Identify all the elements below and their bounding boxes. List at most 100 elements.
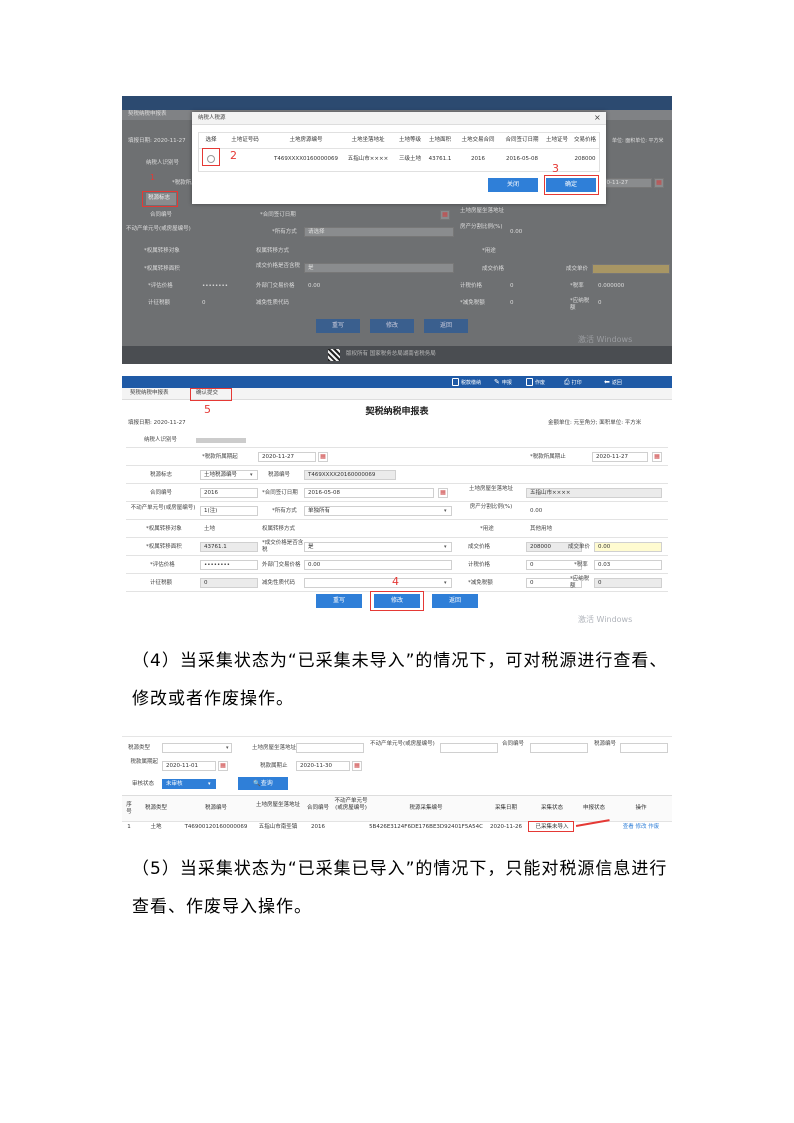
bg-relief-amount: *减免税额 [460,300,485,306]
cell-actions[interactable]: 查看 修改 作废 [612,824,670,831]
bg-levy-val: 0 [202,300,206,306]
eval-price-label: *评估价格 [150,562,175,568]
filter-source-type-select[interactable] [162,743,232,753]
cell-collect-no: 5B426E3124F6DE176BE3D92401F5A54C [369,824,483,830]
filter-address-input[interactable] [296,743,364,753]
filter-start-input[interactable]: 2020-11-01 [162,761,216,771]
filter-source-no-input[interactable] [620,743,668,753]
filter-unit-no-input[interactable] [440,743,498,753]
source-flag-label: 税源标志 [150,472,173,478]
marker-4: 4 [392,575,399,588]
cell-contract-no: 2016 [311,824,325,830]
toolbar-void-button[interactable]: 作废 [526,377,545,387]
relief-code-select[interactable] [304,578,452,588]
bg-return-button: 返回 [424,319,468,333]
relief-code-label: 减免性质代码 [262,580,296,586]
contract-no-input[interactable]: 2016 [200,488,258,498]
col-header: 采集状态 [540,805,563,811]
usage-value: 其他用地 [530,526,553,532]
bg-transfer-obj: *权属转移对象 [144,248,180,254]
filter-unit-no-label: 不动产单元号(或房屋编号) [370,741,435,747]
marker-box-5 [190,388,232,401]
bg-transfer-area: *权属转移面积 [144,266,180,272]
windows-watermark-1: 激活 Windows [578,335,633,344]
bg-ratio: 房产分割比例(%) [460,224,503,230]
contract-date-input[interactable]: 2016-05-08 [304,488,434,498]
form-title: 契税纳税申报表 [365,407,429,417]
filter-end-input[interactable]: 2020-11-30 [296,761,350,771]
toolbar-pay-button[interactable]: 税款缴纳 [452,377,481,387]
paragraph-step-5: （5）当采集状态为“已采集已导入”的情况下，只能对税源信息进行查看、作废导入操作… [132,859,668,917]
bg-price: 成交价格 [482,266,505,272]
bg-taxpayer-id: 纳税人识别号 [146,160,180,166]
dialog-cell: T469XXXX0160000069 [274,156,338,162]
rewrite-button[interactable]: 重写 [316,594,362,608]
own-type-select[interactable]: 单独所有 [304,506,452,516]
calendar-icon[interactable]: ▦ [218,761,228,771]
taxpayer-id-blurred [196,438,246,443]
col-header: 操作 [635,805,647,811]
marker-box-1 [142,191,178,207]
bg-tax-price-val: 0 [510,283,514,289]
cell-source-no: T46900120160000069 [184,824,248,830]
query-button[interactable]: 🔍查询 [238,777,288,790]
close-icon[interactable]: × [594,114,601,122]
unit-no-input[interactable]: 1(注) [200,506,258,516]
toolbar-pay-label: 税款缴纳 [461,379,482,386]
bg-tab-label: 契税纳税申报表 [128,111,167,117]
dialog-close-button[interactable]: 关闭 [488,178,538,192]
bg-footer-text: 版权所有 国家税务总局湖南省税务局 [346,351,436,357]
filter-contract-no-input[interactable] [530,743,588,753]
address-label: 土地房屋坐落地址 [468,486,513,492]
chevron-down-icon: ▾ [444,508,447,514]
period-start-input[interactable]: 2020-11-27 [258,452,316,462]
levy-input: 0 [200,578,258,588]
cell-collect-date: 2020-11-26 [490,824,522,830]
address-input: 五指山市×××× [526,488,662,498]
void-icon [526,378,533,386]
bg-tax-rate: *税率 [570,283,584,289]
dialog-cell: 2016-05-08 [506,156,538,162]
calendar-icon[interactable]: ▦ [318,452,328,462]
price-tax-select[interactable]: 是 [304,542,452,552]
toolbar-return-button[interactable]: ⬅ 返回 [604,377,622,387]
toolbar-void-label: 作废 [535,379,546,386]
period-end-input[interactable]: 2020-11-27 [592,452,648,462]
bg-marker-1: 1 [150,173,156,182]
results-table: 序号 税源类型 税源编号 土地房屋坐落地址 合同编号 不动产单元号(或房屋编号)… [122,795,672,832]
toolbar: 税款缴纳 ✎ 申报 作废 ⎙ 打印 ⬅ 返回 [122,376,672,388]
qr-code-icon [328,349,340,361]
bg-modify-button: 修改 [370,319,414,333]
bg-units: 单位: 面积单位: 平方米 [612,138,664,144]
bg-fill-date: 填报日期: 2020-11-27 [128,138,186,144]
col-header: 税源采集编号 [409,805,443,811]
tab-deed-tax-form[interactable]: 契税纳税申报表 [130,390,169,397]
chevron-down-icon: ▾ [208,781,211,787]
bg-contract-no: 合同编号 [150,212,173,218]
unit-price-label: 成交单价 [568,544,591,550]
filter-contract-no-label: 合同编号 [502,741,525,747]
units-note: 金额单位: 元至角分; 面积单位: 平方米 [548,420,642,426]
calendar-icon[interactable]: ▦ [652,452,662,462]
tax-rate-input[interactable]: 0.03 [594,560,662,570]
status-highlight-box [528,821,574,832]
calendar-icon[interactable]: ▦ [352,761,362,771]
ext-price-input[interactable]: 0.00 [304,560,452,570]
bg-tax-rate-val: 0.000000 [598,283,625,289]
marker-box-3 [544,175,599,195]
toolbar-print-button[interactable]: ⎙ 打印 [564,377,582,387]
cell-address: 五指山市南圣镇 [258,824,298,830]
dialog-cell: 43761.1 [428,156,452,162]
transfer-way-label: 权属转移方式 [262,526,296,532]
dialog-title: 纳税人税源 [198,115,226,121]
unit-price-input[interactable]: 0.00 [594,542,662,552]
return-button[interactable]: 返回 [432,594,478,608]
tax-price-label: 计税价格 [468,562,491,568]
eval-price-input[interactable]: •••••••• [200,560,258,570]
toolbar-declare-button[interactable]: ✎ 申报 [494,377,512,387]
col-header: 土地房屋坐落地址 [255,802,300,808]
toolbar-declare-label: 申报 [501,379,512,386]
toolbar-print-label: 打印 [571,379,582,386]
calendar-icon[interactable]: ▦ [438,488,448,498]
dialog-col-header: 土地房源编号 [289,137,323,143]
